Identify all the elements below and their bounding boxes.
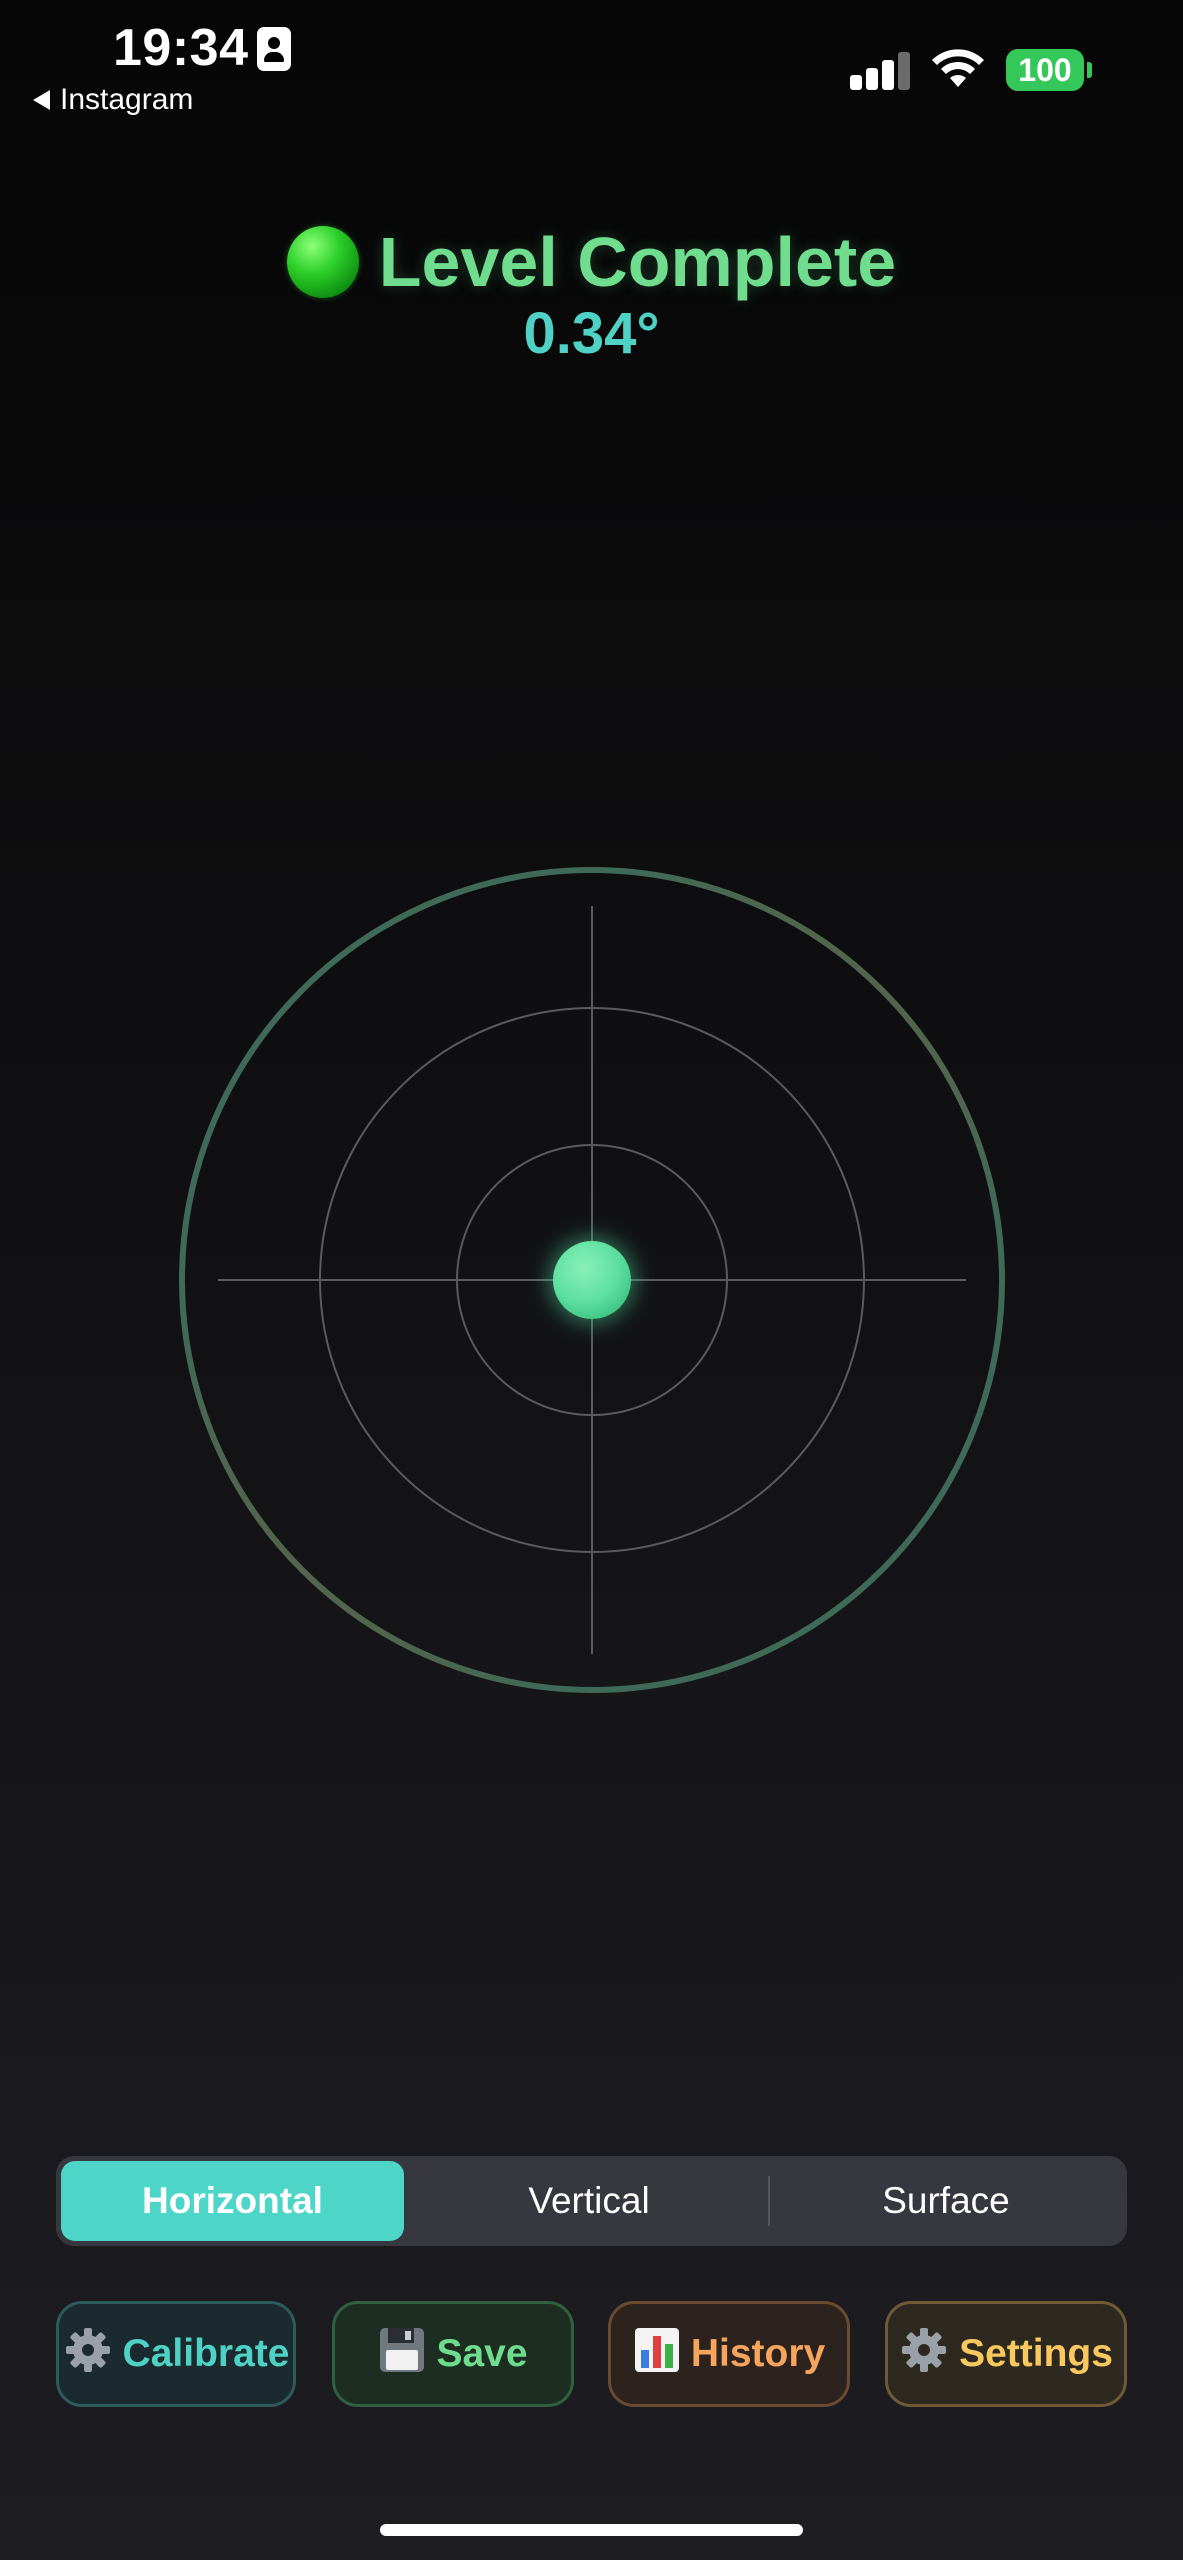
segment-surface[interactable]: Surface [770,2161,1122,2241]
back-link-label: Instagram [60,83,194,116]
segment-vertical[interactable]: Vertical [412,2161,766,2241]
orientation-segmented-control: Horizontal Vertical Surface [56,2156,1127,2246]
save-label: Save [436,2332,528,2375]
wifi-icon [932,49,984,87]
calibrate-button[interactable]: Calibrate [56,2301,296,2407]
level-bubble [553,1241,631,1319]
bar-chart-icon [633,2326,681,2382]
settings-label: Settings [959,2332,1113,2375]
floppy-disk-icon [378,2326,426,2382]
angle-readout: 0.34° [523,301,660,366]
battery-icon: 100 [1006,49,1084,91]
status-time: 19:34 [113,19,249,77]
person-badge-icon [257,27,291,71]
cellular-signal-icon [850,50,912,90]
save-button[interactable]: Save [332,2301,574,2407]
gear-icon [63,2325,113,2383]
settings-button[interactable]: Settings [885,2301,1127,2407]
battery-level: 100 [1018,51,1072,88]
back-to-app-link[interactable]: Instagram [33,83,193,117]
calibrate-label: Calibrate [122,2332,290,2375]
history-button[interactable]: History [608,2301,850,2407]
green-status-dot-icon [286,226,359,298]
page-title: Level Complete [378,223,897,301]
history-label: History [690,2332,826,2375]
bubble-level-gauge [179,867,1005,1693]
level-status-header: Level Complete [0,222,1183,302]
segment-horizontal[interactable]: Horizontal [61,2161,404,2241]
gear-icon [899,2325,949,2383]
home-indicator[interactable] [380,2524,803,2536]
battery-nub [1087,62,1092,78]
back-triangle-icon [33,90,50,110]
